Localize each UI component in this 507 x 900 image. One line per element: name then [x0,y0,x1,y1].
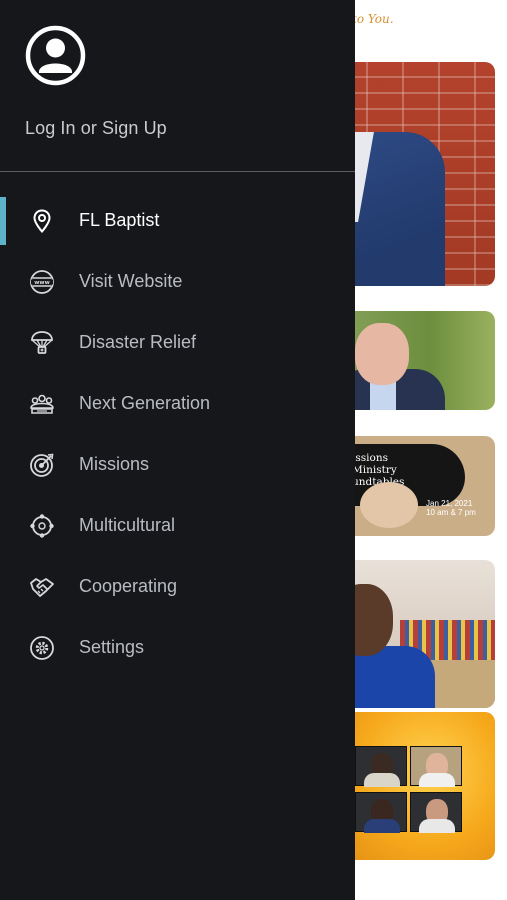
banner-details: Jan 21, 2021 10 am & 7 pm [426,499,476,517]
feed-tagline: to You. [352,12,394,26]
group-icon [29,391,55,417]
menu-item-missions[interactable]: Missions [0,441,355,489]
active-indicator [0,197,6,245]
target-icon [29,452,55,478]
handshake-icon [29,574,55,600]
svg-text:www: www [34,280,50,286]
menu-item-multicultural[interactable]: Multicultural [0,502,355,550]
menu-item-label: Settings [79,637,145,657]
video-tile [355,746,407,787]
banner-time: 10 am & 7 pm [426,508,476,517]
menu-item-label: Next Generation [79,393,211,413]
menu-item-label: FL Baptist [79,210,160,230]
menu-item-next-generation[interactable]: Next Generation [0,380,355,428]
menu-item-fl-baptist[interactable]: FL Baptist [0,197,355,245]
menu-item-label: Visit Website [79,271,183,291]
video-tile [410,792,462,833]
menu-item-label: Missions [79,454,150,474]
menu-item-label: Disaster Relief [79,332,197,352]
video-tile [410,746,462,787]
menu-item-disaster-relief[interactable]: Disaster Relief [0,319,355,367]
banner-date: Jan 21, 2021 [426,499,473,508]
menu-item-label: Multicultural [79,515,176,535]
photo-head [355,323,409,385]
video-tile [355,792,407,833]
user-circle-icon[interactable] [25,25,86,86]
navigation-drawer: Log In or Sign Up FL Baptist www Visit W… [0,0,355,900]
people-circle-icon [29,513,55,539]
menu-item-label: Cooperating [79,576,178,596]
login-signup-link[interactable]: Log In or Sign Up [25,118,167,139]
gear-icon [29,635,55,661]
menu-item-visit-website[interactable]: www Visit Website [0,258,355,306]
drawer-divider [0,171,355,172]
menu-item-settings[interactable]: Settings [0,624,355,672]
www-globe-icon: www [29,269,55,295]
banner-photo [360,482,418,528]
banner-title-line: Ministry [352,464,397,476]
menu-item-cooperating[interactable]: Cooperating [0,563,355,611]
banner-title-line: issions [352,452,388,464]
map-pin-icon [29,208,55,234]
parachute-icon [29,330,55,356]
